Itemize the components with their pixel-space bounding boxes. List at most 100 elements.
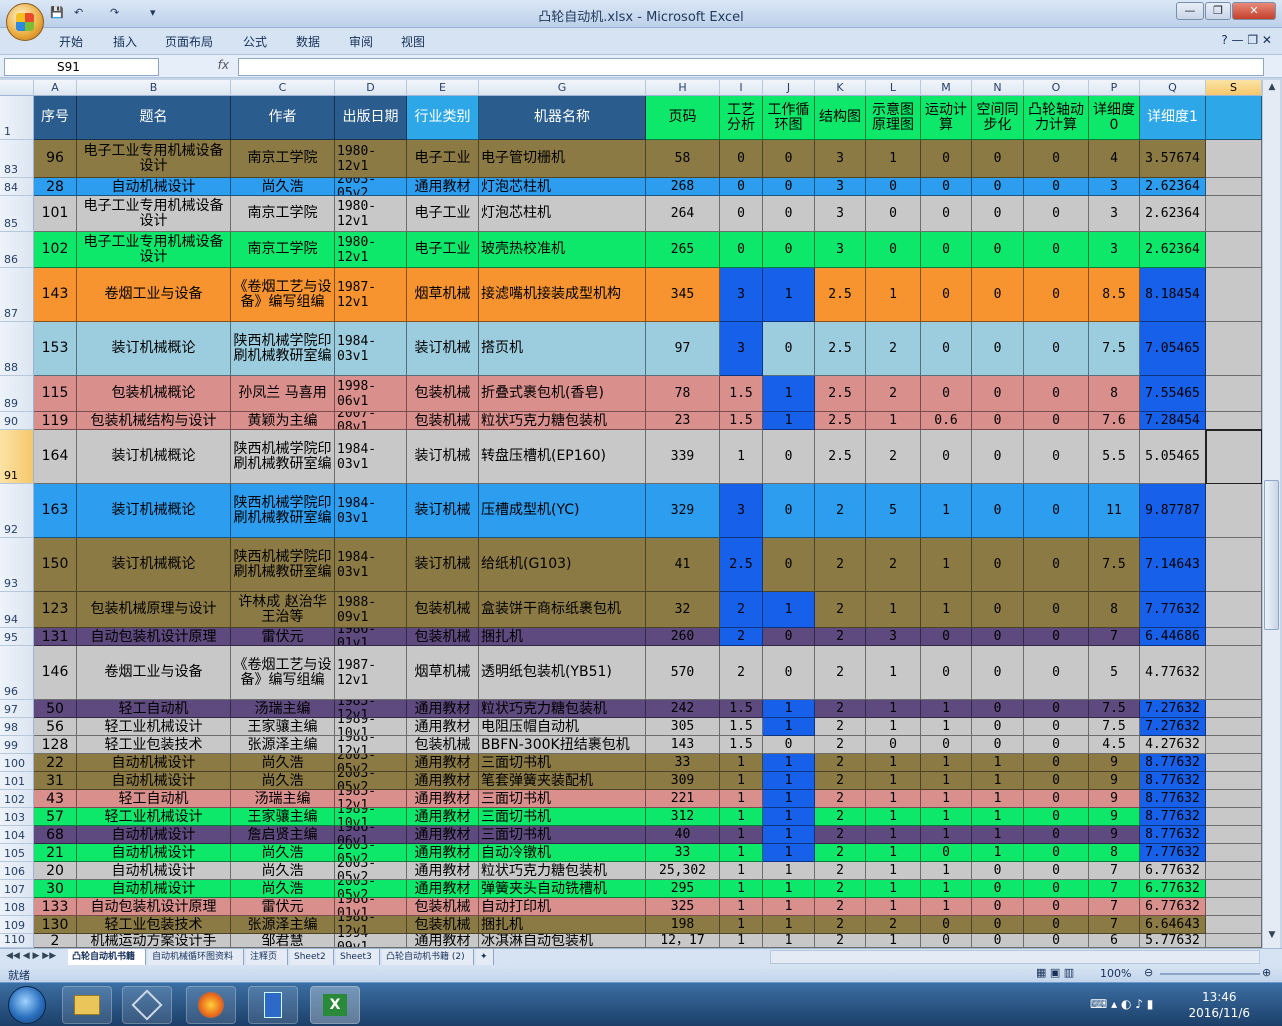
cell-l[interactable]: 1 bbox=[866, 592, 921, 628]
cell-n[interactable]: 0 bbox=[972, 592, 1024, 628]
column-header-d[interactable]: D bbox=[335, 80, 407, 96]
cell-d[interactable]: 2003-05v2 bbox=[335, 178, 407, 196]
cell-a[interactable]: 30 bbox=[34, 880, 77, 898]
cell-a[interactable]: 96 bbox=[34, 140, 77, 178]
cell-o[interactable]: 0 bbox=[1024, 178, 1089, 196]
cell-b[interactable]: 装订机械概论 bbox=[77, 538, 231, 592]
cell-s[interactable] bbox=[1206, 700, 1262, 718]
cell-g[interactable]: 盒装饼干商标纸裹包机 bbox=[479, 592, 646, 628]
cell-a[interactable]: 128 bbox=[34, 736, 77, 754]
cell-j[interactable]: 1 bbox=[763, 790, 815, 808]
help-icon[interactable]: ? bbox=[1221, 33, 1227, 47]
cell-k[interactable]: 2.5 bbox=[815, 412, 866, 430]
cell-k[interactable]: 2 bbox=[815, 592, 866, 628]
cell-e[interactable]: 电子工业 bbox=[407, 232, 479, 268]
cell-a[interactable]: 130 bbox=[34, 916, 77, 934]
cell-q[interactable]: 7.14643 bbox=[1140, 538, 1206, 592]
cell-s[interactable] bbox=[1206, 808, 1262, 826]
cell-b[interactable]: 轻工业包装技术 bbox=[77, 916, 231, 934]
cell-b[interactable]: 卷烟工业与设备 bbox=[77, 268, 231, 322]
row-header[interactable]: 102 bbox=[0, 790, 34, 808]
cell-j[interactable]: 0 bbox=[763, 178, 815, 196]
cell-h[interactable]: 325 bbox=[646, 898, 720, 916]
cell-o[interactable]: 0 bbox=[1024, 718, 1089, 736]
close-button[interactable]: ✕ bbox=[1232, 2, 1276, 20]
header-cell-n[interactable]: 空间同步化 bbox=[972, 96, 1024, 140]
cell-l[interactable]: 1 bbox=[866, 772, 921, 790]
cell-b[interactable]: 自动机械设计 bbox=[77, 862, 231, 880]
cell-q[interactable]: 6.64643 bbox=[1140, 916, 1206, 934]
cell-b[interactable]: 自动包装机设计原理 bbox=[77, 628, 231, 646]
cell-l[interactable]: 5 bbox=[866, 484, 921, 538]
row-header[interactable]: 87 bbox=[0, 268, 34, 322]
cell-k[interactable]: 2 bbox=[815, 736, 866, 754]
cell-m[interactable]: 1 bbox=[921, 700, 972, 718]
cell-q[interactable]: 8.77632 bbox=[1140, 754, 1206, 772]
cell-g[interactable]: 折叠式裹包机(香皂) bbox=[479, 376, 646, 412]
cell-m[interactable]: 0 bbox=[921, 646, 972, 700]
cell-b[interactable]: 自动机械设计 bbox=[77, 880, 231, 898]
row-header[interactable]: 110 bbox=[0, 933, 34, 948]
cell-c[interactable]: 尚久浩 bbox=[231, 844, 335, 862]
cell-p[interactable]: 8.5 bbox=[1089, 268, 1140, 322]
cell-e[interactable]: 装订机械 bbox=[407, 538, 479, 592]
cell-i[interactable]: 1.5 bbox=[720, 700, 763, 718]
cell-c[interactable]: 陕西机械学院印刷机械教研室编 bbox=[231, 484, 335, 538]
zoom-out-icon[interactable]: ⊖ bbox=[1144, 966, 1153, 979]
cell-o[interactable]: 0 bbox=[1024, 736, 1089, 754]
cell-d[interactable]: 1986-01v1 bbox=[335, 628, 407, 646]
cell-e[interactable]: 通用教材 bbox=[407, 880, 479, 898]
cell-o[interactable]: 0 bbox=[1024, 430, 1089, 484]
cell-a[interactable]: 133 bbox=[34, 898, 77, 916]
cell-q[interactable]: 4.77632 bbox=[1140, 646, 1206, 700]
cell-j[interactable]: 1 bbox=[763, 808, 815, 826]
header-cell-h[interactable]: 页码 bbox=[646, 96, 720, 140]
cell-q[interactable]: 7.05465 bbox=[1140, 322, 1206, 376]
cell-o[interactable]: 0 bbox=[1024, 880, 1089, 898]
cell-k[interactable]: 2 bbox=[815, 934, 866, 948]
sheet-tab-4[interactable]: Sheet3 bbox=[336, 949, 380, 965]
cell-o[interactable]: 0 bbox=[1024, 322, 1089, 376]
cell-i[interactable]: 1 bbox=[720, 844, 763, 862]
cell-o[interactable]: 0 bbox=[1024, 790, 1089, 808]
cell-n[interactable]: 1 bbox=[972, 790, 1024, 808]
cell-g[interactable]: 粒状巧克力糖包装机 bbox=[479, 412, 646, 430]
cell-p[interactable]: 7.5 bbox=[1089, 718, 1140, 736]
cell-s[interactable] bbox=[1206, 538, 1262, 592]
cell-p[interactable]: 9 bbox=[1089, 826, 1140, 844]
cell-b[interactable]: 自动机械设计 bbox=[77, 754, 231, 772]
cell-s[interactable] bbox=[1206, 178, 1262, 196]
cell-s[interactable] bbox=[1206, 412, 1262, 430]
header-cell-a[interactable]: 序号 bbox=[34, 96, 77, 140]
cell-g[interactable]: 三面切书机 bbox=[479, 826, 646, 844]
cell-c[interactable]: 汤瑞主编 bbox=[231, 700, 335, 718]
row-header[interactable]: 89 bbox=[0, 376, 34, 412]
spreadsheet-grid[interactable]: A B C D E G H I J K L M N O P Q S 1 序号 题名 作者 出版日期 行业类别 机器名称 页码 工艺… bbox=[0, 80, 1262, 948]
row-header[interactable]: 1 bbox=[0, 96, 34, 140]
row-header[interactable]: 97 bbox=[0, 700, 34, 718]
cell-n[interactable]: 0 bbox=[972, 718, 1024, 736]
cell-a[interactable]: 146 bbox=[34, 646, 77, 700]
cell-b[interactable]: 电子工业专用机械设备设计 bbox=[77, 232, 231, 268]
cell-o[interactable]: 0 bbox=[1024, 592, 1089, 628]
cell-i[interactable]: 3 bbox=[720, 268, 763, 322]
cell-e[interactable]: 电子工业 bbox=[407, 140, 479, 178]
cell-q[interactable]: 3.57674 bbox=[1140, 140, 1206, 178]
cell-a[interactable]: 28 bbox=[34, 178, 77, 196]
cell-i[interactable]: 1.5 bbox=[720, 736, 763, 754]
cell-o[interactable]: 0 bbox=[1024, 700, 1089, 718]
cell-i[interactable]: 1 bbox=[720, 862, 763, 880]
cell-i[interactable]: 1 bbox=[720, 826, 763, 844]
cell-d[interactable]: 1984-03v1 bbox=[335, 538, 407, 592]
cell-k[interactable]: 2.5 bbox=[815, 430, 866, 484]
cell-b[interactable]: 包装机械原理与设计 bbox=[77, 592, 231, 628]
zoom-level[interactable]: 100% bbox=[1100, 967, 1131, 980]
undo-icon[interactable]: ↶ bbox=[74, 6, 83, 22]
cell-p[interactable]: 9 bbox=[1089, 808, 1140, 826]
fx-icon[interactable]: fx bbox=[160, 58, 235, 76]
name-box[interactable]: S91 bbox=[4, 58, 159, 76]
cell-j[interactable]: 0 bbox=[763, 140, 815, 178]
cell-e[interactable]: 包装机械 bbox=[407, 916, 479, 934]
cell-q[interactable]: 8.77632 bbox=[1140, 772, 1206, 790]
cell-k[interactable]: 2.5 bbox=[815, 268, 866, 322]
